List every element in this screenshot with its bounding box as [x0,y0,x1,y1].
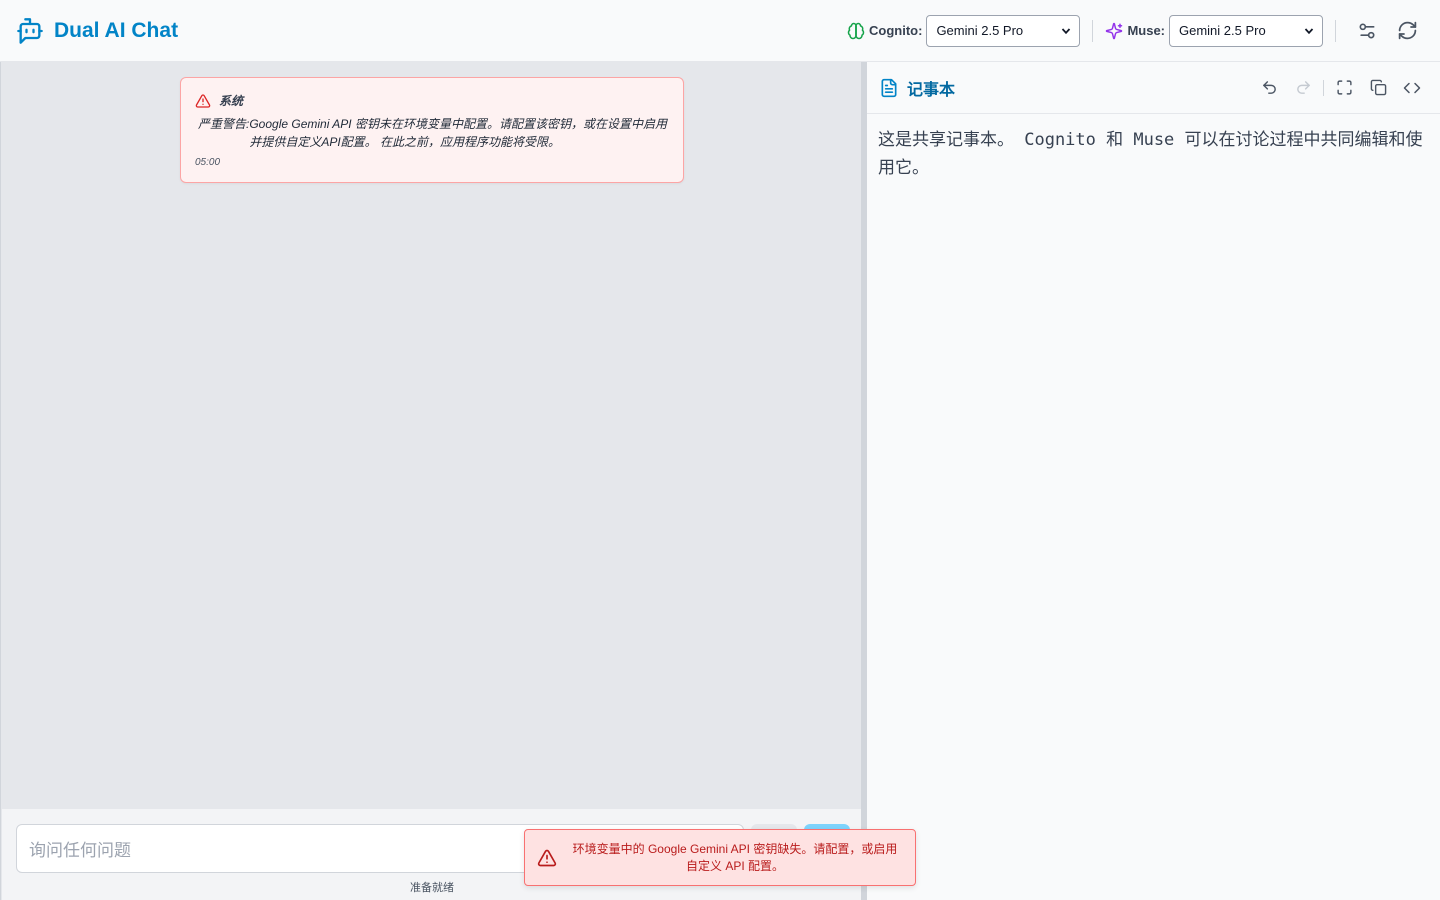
muse-model-group: Muse: Gemini 2.5 Pro [1105,14,1323,47]
undo-button[interactable] [1253,72,1285,104]
toast-message: 环境变量中的 Google Gemini API 密钥缺失。请配置，或启用自定义… [572,841,898,873]
message-prefix: 严重警告: [198,117,250,131]
fullscreen-icon [1336,80,1352,95]
refresh-icon [1398,21,1416,40]
muse-label: Muse: [1127,23,1165,38]
muse-model-value: Gemini 2.5 Pro [1179,23,1266,38]
muse-model-select[interactable]: Gemini 2.5 Pro [1169,14,1323,47]
message-text: Google Gemini API 密钥未在环境变量中配置。请配置该密钥，或在设… [249,117,667,149]
header-divider [1335,19,1336,42]
cognito-model-select[interactable]: Gemini 2.5 Pro [926,14,1081,47]
sparkles-icon [1106,22,1123,39]
app-header: Dual AI Chat Cognito: Gemini 2.5 Pro Mus… [0,0,1440,62]
reset-chat-button[interactable] [1390,14,1424,48]
settings-button[interactable] [1350,14,1384,48]
fullscreen-button[interactable] [1328,72,1360,104]
code-view-button[interactable] [1396,72,1428,104]
copy-icon [1370,79,1386,96]
message-timestamp: 05:00 [195,157,221,168]
notepad-panel: 记事本 这是共享记事本。 Cognito 和 Muse 可以在讨论过程中共同编辑… [867,62,1440,900]
cognito-model-value: Gemini 2.5 Pro [936,23,1024,38]
warning-icon [537,849,557,866]
message-sender: 系统 [219,94,244,108]
toolbar-divider [1323,79,1324,96]
chevron-down-icon [1304,27,1314,34]
bot-chat-icon [17,17,43,44]
warning-icon [195,93,211,108]
brain-icon [847,22,865,39]
redo-button[interactable] [1287,72,1319,104]
error-toast: 环境变量中的 Google Gemini API 密钥缺失。请配置，或启用自定义… [524,829,916,886]
file-text-icon [881,78,897,97]
notepad-header: 记事本 [867,62,1440,114]
notepad-content[interactable]: 这是共享记事本。 Cognito 和 Muse 可以在讨论过程中共同编辑和使用它… [867,114,1440,194]
header-divider [1092,19,1094,42]
brand: Dual AI Chat [16,17,178,45]
redo-icon [1296,81,1310,94]
sliders-icon [1359,23,1375,39]
notepad-title: 记事本 [907,81,956,99]
chat-input-placeholder: 询问任何问题 [29,841,131,860]
undo-icon [1262,81,1276,94]
cognito-model-group: Cognito: Gemini 2.5 Pro [847,14,1081,47]
app-title: Dual AI Chat [54,18,179,42]
chat-panel: 系统 严重警告: Google Gemini API 密钥未在环境变量中配置。请… [0,62,862,900]
system-message: 系统 严重警告: Google Gemini API 密钥未在环境变量中配置。请… [180,77,684,183]
chevron-down-icon [1062,27,1071,34]
code-icon [1403,82,1421,93]
copy-button[interactable] [1362,72,1394,104]
cognito-label: Cognito: [869,23,923,38]
